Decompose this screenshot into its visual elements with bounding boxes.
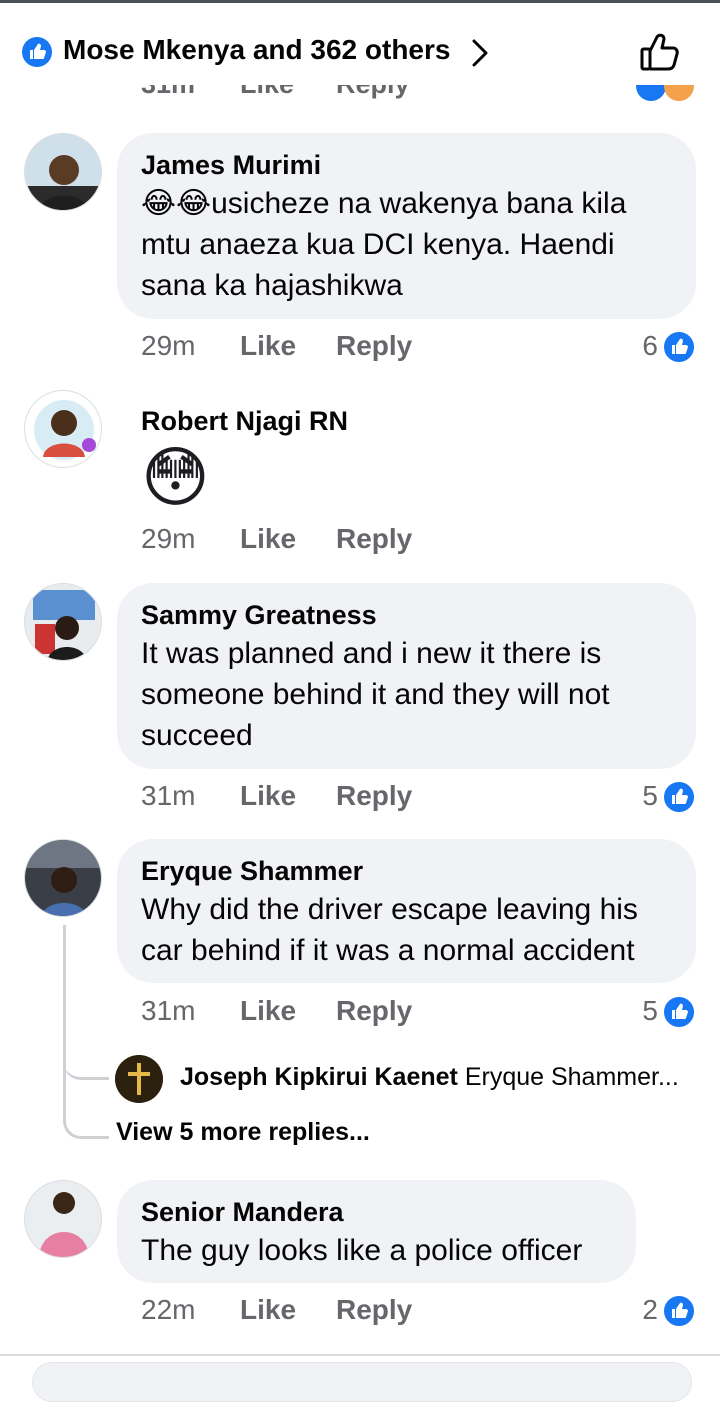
comment-author[interactable]: Sammy Greatness xyxy=(141,599,672,631)
comment-bubble[interactable]: Senior Mandera The guy looks like a poli… xyxy=(117,1180,636,1283)
avatar[interactable] xyxy=(24,390,102,468)
chevron-right-icon[interactable] xyxy=(470,38,490,73)
reaction-count[interactable]: 5 xyxy=(616,780,696,816)
comment-bubble[interactable]: Eryque Shammer Why did the driver escape… xyxy=(117,839,696,983)
like-button[interactable]: Like xyxy=(240,1294,296,1326)
like-button[interactable]: Like xyxy=(240,995,296,1027)
reply-author[interactable]: Joseph Kipkirui Kaenet xyxy=(180,1063,458,1091)
comment-actions: 22m Like Reply xyxy=(141,1294,541,1330)
comment-time: 31m xyxy=(141,780,196,811)
reaction-count[interactable]: 2 xyxy=(616,1294,696,1330)
like-reaction-icon xyxy=(22,37,52,67)
reply-preview[interactable]: Joseph Kipkirui Kaenet Eryque Shammer... xyxy=(180,1063,679,1092)
comment-text: Why did the driver escape leaving his ca… xyxy=(141,893,638,967)
reaction-count-number: 5 xyxy=(642,780,658,811)
reaction-count-number: 6 xyxy=(642,330,658,361)
comment-text: It was planned and i new it there is som… xyxy=(141,637,610,752)
comment-bubble[interactable]: James Murimi 😂😂usicheze na wakenya bana … xyxy=(117,133,696,319)
comment-actions: 31m Like Reply xyxy=(141,995,541,1031)
reactions-summary[interactable]: Mose Mkenya and 362 others xyxy=(63,34,450,66)
comment-author[interactable]: James Murimi xyxy=(141,149,672,181)
view-more-replies-link[interactable]: View 5 more replies... xyxy=(116,1118,370,1147)
reply-button[interactable]: Reply xyxy=(336,330,412,362)
like-reaction-icon xyxy=(662,995,696,1029)
comment-actions: 31m Like Reply xyxy=(141,780,541,816)
comment-time: 29m xyxy=(141,330,196,361)
previous-comment-actions-clipped: 31m Like Reply xyxy=(0,85,720,107)
avatar[interactable] xyxy=(24,1180,102,1258)
reply-button[interactable]: Reply xyxy=(336,523,412,555)
like-button[interactable]: Like xyxy=(240,523,296,555)
comment-time: 22m xyxy=(141,1294,196,1325)
thumbs-up-outline-icon[interactable] xyxy=(638,31,682,80)
comment-input-clipped[interactable] xyxy=(32,1362,692,1402)
comment-author[interactable]: Robert Njagi RN xyxy=(141,405,348,437)
avatar[interactable] xyxy=(24,839,102,917)
flushed-face-emoji: 😳 xyxy=(141,440,210,514)
reaction-count-number: 2 xyxy=(642,1294,658,1325)
comment-actions: 29m Like Reply xyxy=(141,523,541,559)
comment-author[interactable]: Eryque Shammer xyxy=(141,855,672,887)
comment-time: 29m xyxy=(141,523,196,554)
comment-author[interactable]: Senior Mandera xyxy=(141,1196,612,1228)
reaction-count[interactable]: 6 xyxy=(616,330,696,366)
reaction-count-number: 5 xyxy=(642,995,658,1026)
reply-button[interactable]: Reply xyxy=(336,1294,412,1326)
like-button[interactable]: Like xyxy=(240,780,296,812)
avatar[interactable] xyxy=(24,583,102,661)
reply-button[interactable]: Reply xyxy=(336,780,412,812)
comment-actions: 29m Like Reply xyxy=(141,330,541,366)
comment-text: The guy looks like a police officer xyxy=(141,1234,583,1267)
comment-text: 😂😂usicheze na wakenya bana kila mtu anae… xyxy=(141,187,627,302)
avatar[interactable] xyxy=(24,133,102,211)
reactions-header: Mose Mkenya and 362 others xyxy=(0,3,720,85)
reply-text: Eryque Shammer... xyxy=(464,1063,679,1091)
like-reaction-icon xyxy=(662,780,696,814)
thread-branch xyxy=(63,1010,109,1080)
comment-bubble[interactable]: Sammy Greatness It was planned and i new… xyxy=(117,583,696,769)
comment-time: 31m xyxy=(141,995,196,1026)
divider xyxy=(0,1354,720,1356)
reply-avatar[interactable] xyxy=(115,1055,163,1103)
comment-block: Robert Njagi RN 😳 xyxy=(141,405,348,517)
reply-button[interactable]: Reply xyxy=(336,995,412,1027)
reaction-count[interactable]: 5 xyxy=(616,995,696,1031)
like-reaction-icon xyxy=(662,330,696,364)
like-button[interactable]: Like xyxy=(240,330,296,362)
like-reaction-icon xyxy=(662,1294,696,1328)
